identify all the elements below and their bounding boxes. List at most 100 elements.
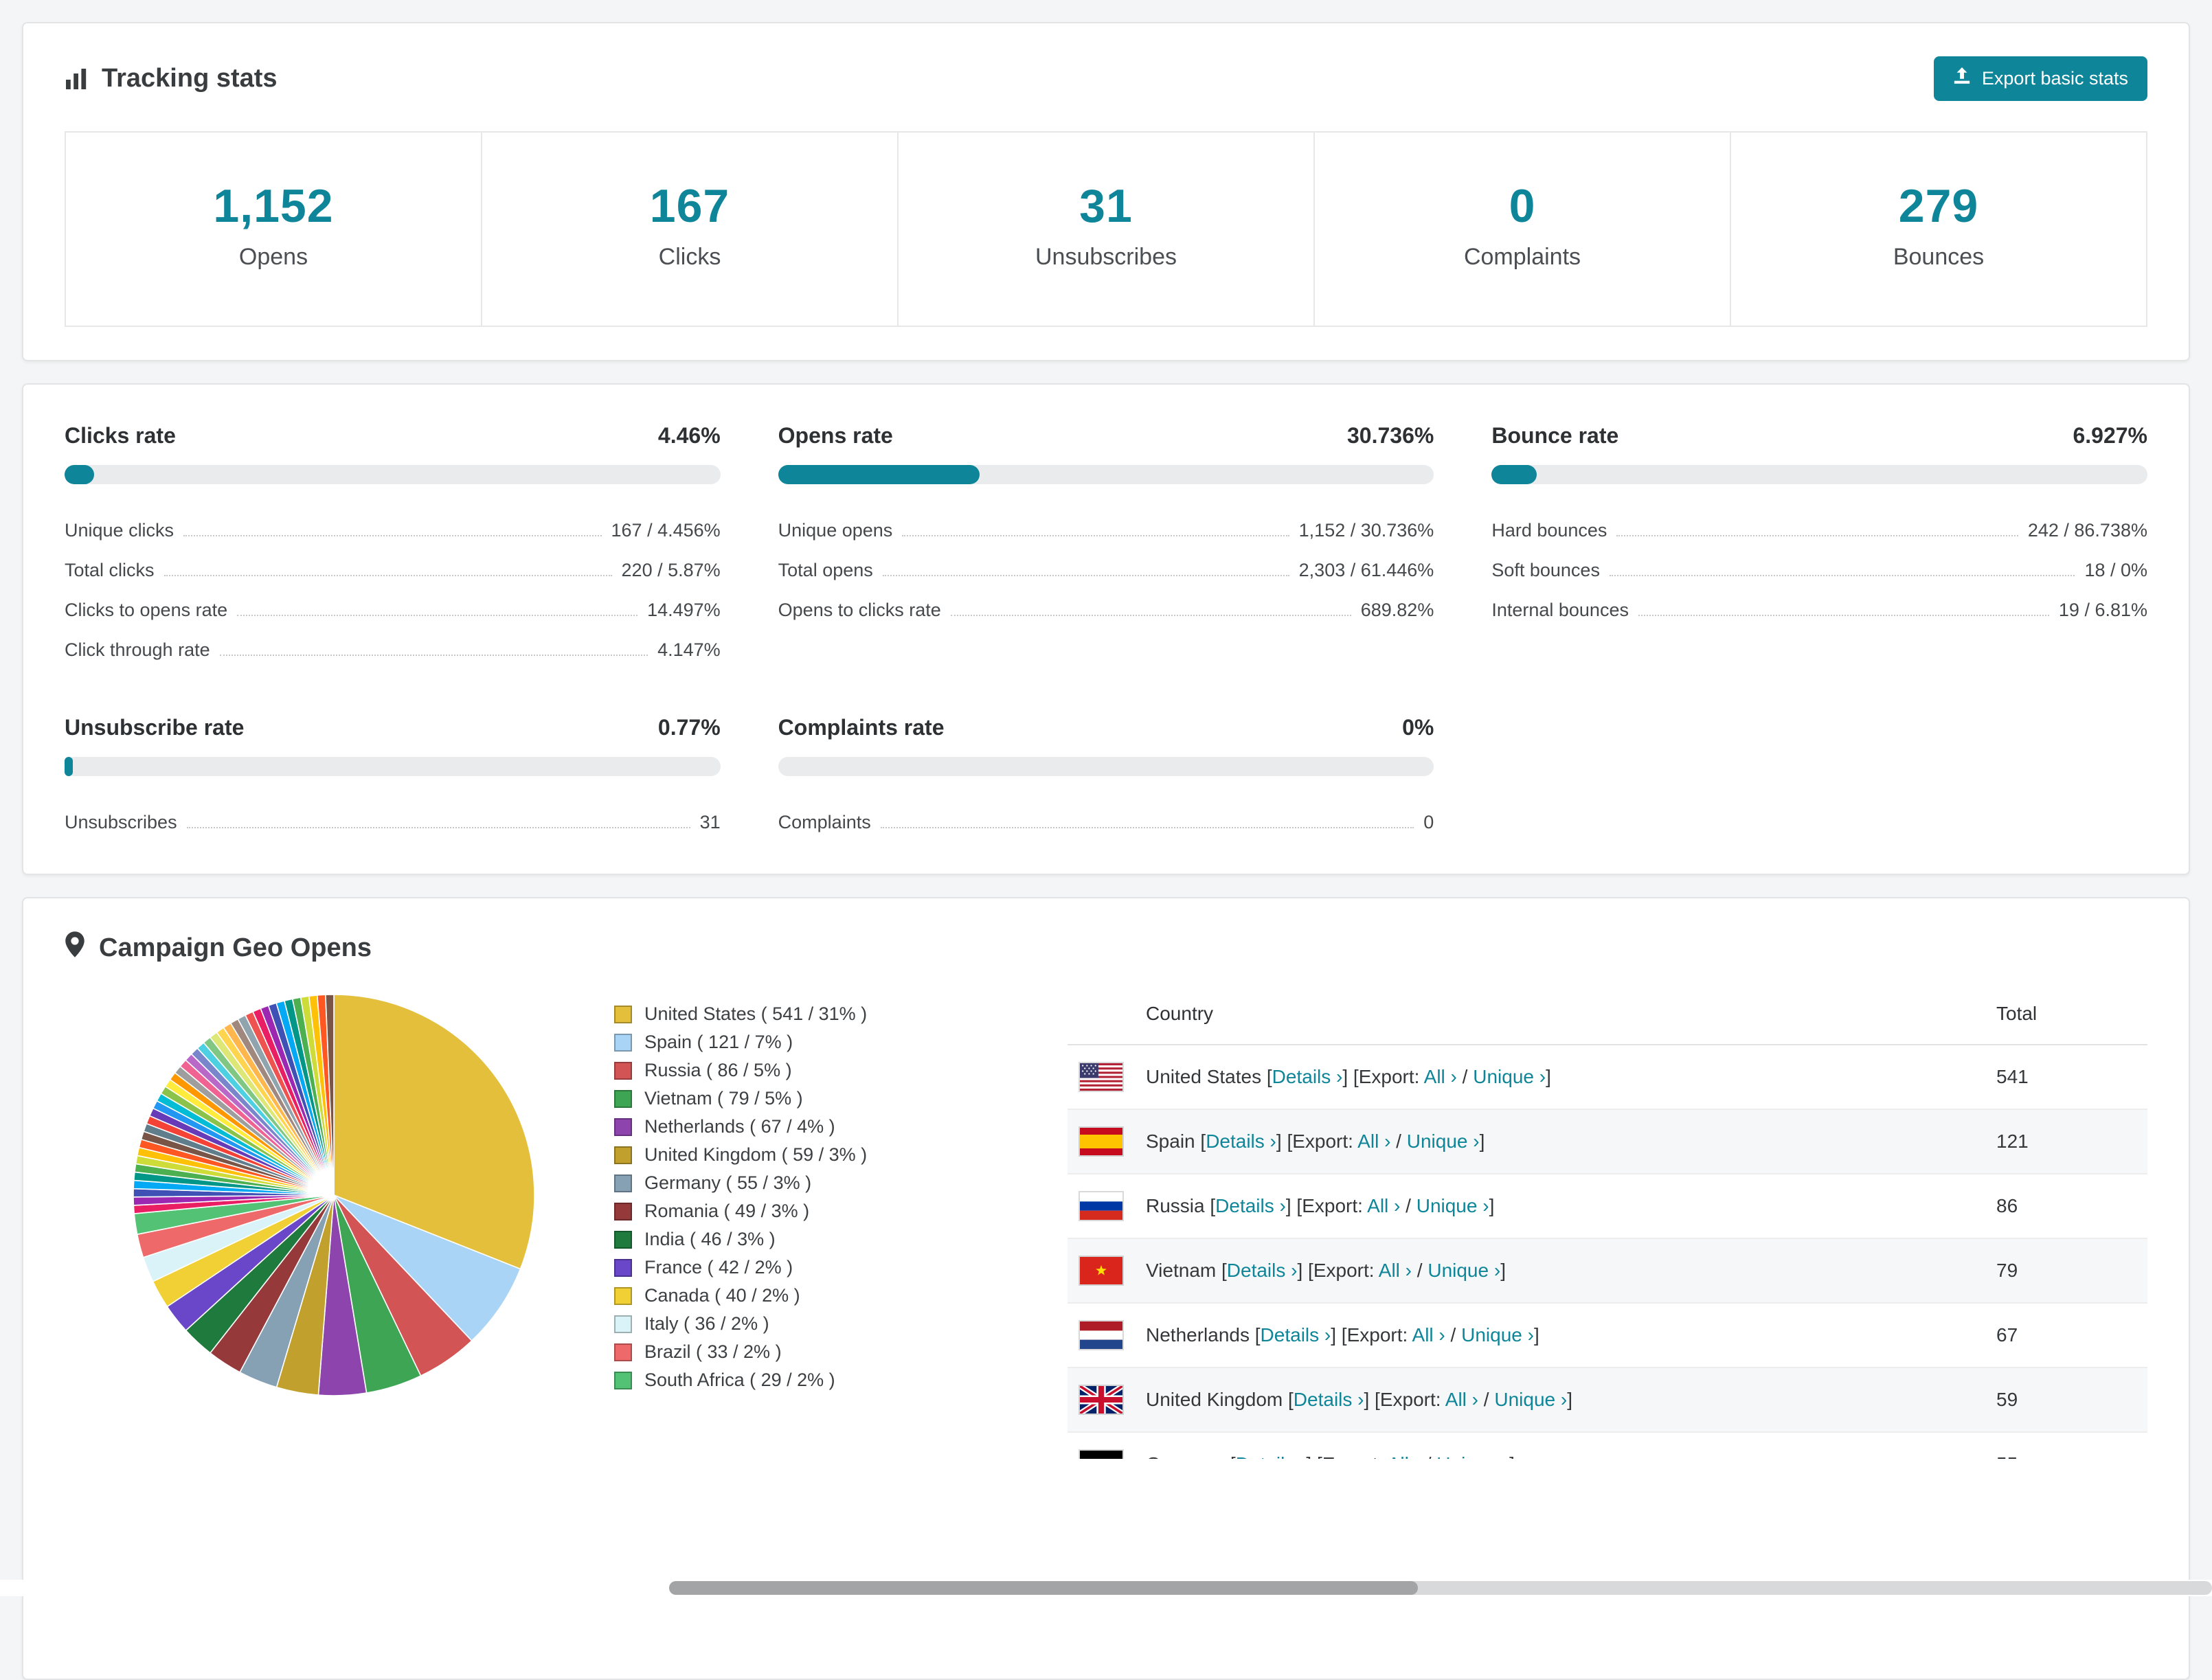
details-link[interactable]: Details › [1261, 1324, 1331, 1346]
rate-block-clicks-rate: Clicks rate 4.46% Unique clicks 167 / 4.456… [65, 423, 721, 663]
details-link[interactable]: Details › [1236, 1453, 1307, 1459]
table-row: Spain [Details ›] [Export: All › / Uniqu… [1068, 1110, 2147, 1174]
dotted-leader [1616, 535, 2018, 536]
rate-rows: Unique clicks 167 / 4.456% Total clicks 220… [65, 503, 721, 663]
campaign-geo-opens-card: Campaign Geo Opens United States ( 541 /… [22, 897, 2190, 1680]
horizontal-scrollbar-thumb[interactable] [669, 1581, 1418, 1595]
stat-label: Clicks [658, 244, 721, 270]
legend-swatch [614, 1174, 632, 1192]
table-row: United Kingdom [Details ›] [Export: All … [1068, 1368, 2147, 1433]
rate-row-value: 19 / 6.81% [2058, 600, 2147, 620]
rate-row-label: Total clicks [65, 560, 155, 580]
details-link[interactable]: Details › [1227, 1260, 1298, 1281]
stat-cell: 31 Unsubscribes [899, 133, 1315, 326]
export-unique-link[interactable]: Unique › [1417, 1195, 1489, 1216]
export-all-link[interactable]: All › [1379, 1260, 1412, 1281]
legend-label: Canada ( 40 / 2% ) [644, 1285, 800, 1306]
country-column-header: Country [1146, 1003, 1214, 1024]
rate-title: Clicks rate [65, 423, 176, 448]
stat-label: Complaints [1463, 244, 1581, 270]
rate-row: Opens to clicks rate 689.82% [778, 583, 1434, 623]
rate-progress-track [1491, 465, 2147, 484]
stat-value: 31 [1079, 180, 1133, 232]
stat-label: Bounces [1893, 244, 1985, 270]
stat-value: 0 [1509, 180, 1536, 232]
legend-label: South Africa ( 29 / 2% ) [644, 1370, 835, 1390]
export-all-link[interactable]: All › [1357, 1131, 1390, 1152]
flag-icon-de [1079, 1449, 1124, 1459]
flag-icon-gb [1079, 1385, 1124, 1415]
export-basic-stats-button[interactable]: Export basic stats [1933, 56, 2147, 101]
details-link[interactable]: Details › [1294, 1389, 1364, 1410]
rate-rows: Complaints 0 [778, 795, 1434, 835]
tracking-stats-title-text: Tracking stats [102, 64, 278, 93]
rate-row: Unsubscribes 31 [65, 795, 721, 835]
export-unique-link[interactable]: Unique › [1473, 1066, 1546, 1087]
legend-item: Vietnam ( 79 / 5% ) [614, 1085, 1068, 1113]
export-all-link[interactable]: All › [1445, 1389, 1478, 1410]
geo-legend: United States ( 541 / 31% ) Spain ( 121 /… [614, 984, 1068, 1459]
country-cell: United Kingdom [Details ›] [Export: All … [1146, 1389, 1572, 1410]
table-row: Russia [Details ›] [Export: All › / Uniq… [1068, 1174, 2147, 1239]
country-cell: Netherlands [Details ›] [Export: All › /… [1146, 1324, 1539, 1346]
rate-row-value: 689.82% [1360, 600, 1434, 620]
rate-row: Unique clicks 167 / 4.456% [65, 503, 721, 543]
stat-cell: 1,152 Opens [66, 133, 482, 326]
export-unique-link[interactable]: Unique › [1407, 1131, 1480, 1152]
export-all-link[interactable]: All › [1367, 1195, 1400, 1216]
details-link[interactable]: Details › [1206, 1131, 1276, 1152]
legend-swatch [614, 1258, 632, 1277]
export-unique-link[interactable]: Unique › [1494, 1389, 1567, 1410]
country-total: 55 [1996, 1453, 2147, 1459]
legend-item: India ( 46 / 3% ) [614, 1225, 1068, 1253]
rate-row-label: Unsubscribes [65, 812, 177, 832]
dotted-leader [1609, 575, 2075, 576]
geo-content: United States ( 541 / 31% ) Spain ( 121 /… [65, 984, 2147, 1459]
rate-percent: 30.736% [1347, 423, 1434, 448]
rate-row: Hard bounces 242 / 86.738% [1491, 503, 2147, 543]
rate-row-value: 14.497% [647, 600, 721, 620]
legend-swatch [614, 1315, 632, 1333]
details-link[interactable]: Details › [1215, 1195, 1286, 1216]
rate-block-opens-rate: Opens rate 30.736% Unique opens 1,152 / 30.… [778, 423, 1434, 663]
export-all-link[interactable]: All › [1424, 1066, 1457, 1087]
rate-header: Complaints rate 0% [778, 715, 1434, 740]
country-total: 121 [1996, 1131, 2029, 1152]
rate-block-unsubscribe-rate: Unsubscribe rate 0.77% Unsubscribes 31 [65, 715, 721, 835]
dotted-leader [219, 655, 648, 656]
export-button-label: Export basic stats [1981, 68, 2128, 89]
rate-progress-fill [778, 465, 980, 484]
stat-value: 279 [1898, 180, 1979, 232]
rate-progress-track [65, 465, 721, 484]
legend-item: Netherlands ( 67 / 4% ) [614, 1113, 1068, 1141]
rate-row-label: Click through rate [65, 639, 210, 660]
rate-row-label: Unique opens [778, 520, 893, 541]
rate-rows: Unsubscribes 31 [65, 795, 721, 835]
legend-swatch [614, 1343, 632, 1361]
dotted-leader [950, 615, 1351, 616]
legend-swatch [614, 1005, 632, 1023]
export-icon [1953, 67, 1971, 90]
flag-icon-us [1079, 1062, 1124, 1092]
rates-grid: Clicks rate 4.46% Unique clicks 167 / 4.456… [23, 385, 2189, 874]
rate-row-label: Opens to clicks rate [778, 600, 941, 620]
country-cell: Spain [Details ›] [Export: All › / Uniqu… [1146, 1131, 1485, 1152]
legend-item: Germany ( 55 / 3% ) [614, 1169, 1068, 1197]
rate-row-value: 1,152 / 30.736% [1298, 520, 1434, 541]
rate-row-value: 220 / 5.87% [621, 560, 721, 580]
legend-swatch [614, 1033, 632, 1052]
stat-cell: 0 Complaints [1315, 133, 1731, 326]
export-unique-link[interactable]: Unique › [1461, 1324, 1534, 1346]
legend-item: United Kingdom ( 59 / 3% ) [614, 1141, 1068, 1169]
rate-title: Complaints rate [778, 715, 945, 740]
dotted-leader [882, 575, 1289, 576]
export-unique-link[interactable]: Unique › [1436, 1453, 1509, 1459]
legend-label: France ( 42 / 2% ) [644, 1257, 793, 1278]
legend-item: Canada ( 40 / 2% ) [614, 1282, 1068, 1310]
export-unique-link[interactable]: Unique › [1427, 1260, 1500, 1281]
details-link[interactable]: Details › [1272, 1066, 1343, 1087]
rate-row-value: 242 / 86.738% [2027, 520, 2147, 541]
export-all-link[interactable]: All › [1412, 1324, 1445, 1346]
table-row: United States [Details ›] [Export: All ›… [1068, 1045, 2147, 1110]
export-all-link[interactable]: All › [1388, 1453, 1421, 1459]
